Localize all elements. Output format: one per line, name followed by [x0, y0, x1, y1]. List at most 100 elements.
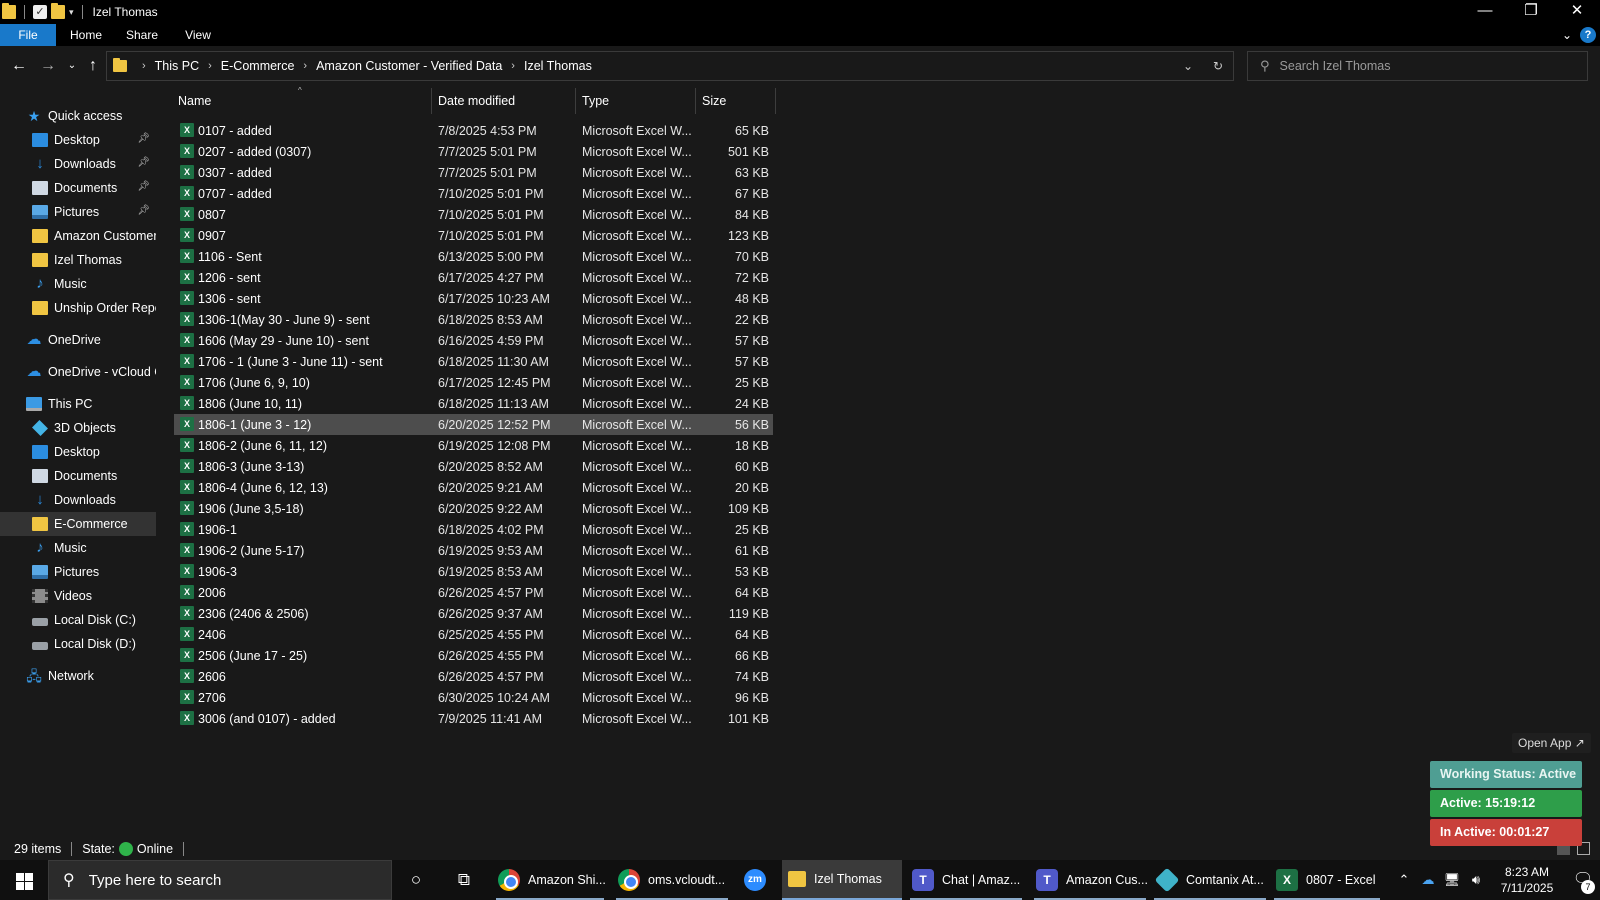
taskbar-app-excel[interactable]: X 0807 - Excel	[1270, 860, 1384, 900]
file-row[interactable]: X 1706 (June 6, 9, 10) 6/17/2025 12:45 PM M…	[174, 372, 773, 393]
sidebar-item-documents[interactable]: Documents	[0, 464, 156, 488]
file-row[interactable]: X 2306 (2406 & 2506) 6/26/2025 9:37 AM Micr…	[174, 603, 773, 624]
file-row[interactable]: X 1206 - sent 6/17/2025 4:27 PM Microsoft E…	[174, 267, 773, 288]
sidebar-item-e-commerce[interactable]: E-Commerce	[0, 512, 156, 536]
pin-icon[interactable]: 📌︎	[137, 133, 150, 144]
chevron-down-icon[interactable]: ⌄	[1173, 52, 1203, 80]
help-icon[interactable]: ?	[1580, 27, 1596, 43]
breadcrumb-this-pc[interactable]: This PC	[155, 59, 199, 73]
taskbar-app-amazon-shi[interactable]: Amazon Shi...	[492, 860, 608, 900]
tab-file[interactable]: File	[0, 24, 56, 46]
file-row[interactable]: X 0707 - added 7/10/2025 5:01 PM Microsoft …	[174, 183, 773, 204]
sidebar-item-this-pc[interactable]: This PC	[0, 392, 156, 416]
minimize-button[interactable]: —	[1462, 0, 1508, 24]
taskbar-app-amazon-cus[interactable]: T Amazon Cus...	[1030, 860, 1150, 900]
file-row[interactable]: X 1806-2 (June 6, 11, 12) 6/19/2025 12:08 …	[174, 435, 773, 456]
tab-view[interactable]: View	[170, 24, 226, 46]
file-row[interactable]: X 1806-4 (June 6, 12, 13) 6/20/2025 9:21 A…	[174, 477, 773, 498]
tab-share[interactable]: Share	[114, 24, 170, 46]
column-header-name[interactable]: Name ^	[174, 86, 432, 114]
file-row[interactable]: X 1606 (May 29 - June 10) - sent 6/16/2025…	[174, 330, 773, 351]
sidebar-item-izel-thomas[interactable]: Izel Thomas	[0, 248, 156, 272]
chevron-right-icon[interactable]: ›	[142, 60, 146, 72]
sidebar-item-pictures[interactable]: Pictures 📌︎	[0, 200, 156, 224]
sidebar-item-local-disk-d[interactable]: Local Disk (D:)	[0, 632, 156, 656]
file-row[interactable]: X 1906 (June 3,5-18) 6/20/2025 9:22 AM Micr…	[174, 498, 773, 519]
clock[interactable]: 8:23 AM 7/11/2025	[1488, 864, 1566, 896]
sidebar-item-network[interactable]: 🖧 Network	[0, 664, 156, 688]
pin-icon[interactable]: 📌︎	[137, 205, 150, 216]
pin-icon[interactable]: 📌︎	[137, 181, 150, 192]
sidebar-item-desktop[interactable]: Desktop	[0, 440, 156, 464]
file-row[interactable]: X 0107 - added 7/8/2025 4:53 PM Microsoft E…	[174, 120, 773, 141]
taskbar-app-chat-amaz[interactable]: T Chat | Amaz...	[906, 860, 1026, 900]
file-row[interactable]: X 2006 6/26/2025 4:57 PM Microsoft Excel W.…	[174, 582, 773, 603]
column-header-size[interactable]: Size	[696, 88, 776, 114]
search-input[interactable]	[1279, 59, 1560, 73]
up-icon[interactable]: ↑	[83, 56, 103, 76]
start-button[interactable]	[0, 860, 48, 900]
breadcrumb-amazon-customer[interactable]: Amazon Customer - Verified Data	[316, 59, 502, 73]
breadcrumb-e-commerce[interactable]: E-Commerce	[221, 59, 295, 73]
file-row[interactable]: X 2606 6/26/2025 4:57 PM Microsoft Excel W.…	[174, 666, 773, 687]
file-row[interactable]: X 1306 - sent 6/17/2025 10:23 AM Microsoft …	[174, 288, 773, 309]
search-box[interactable]: ⚲	[1247, 51, 1588, 81]
recent-locations-icon[interactable]: ⌄	[62, 56, 82, 76]
file-row[interactable]: X 1306-1(May 30 - June 9) - sent 6/18/2025…	[174, 309, 773, 330]
column-header-date[interactable]: Date modified	[432, 88, 576, 114]
column-header-type[interactable]: Type	[576, 88, 696, 114]
forward-icon[interactable]: →	[38, 56, 58, 76]
notification-icon[interactable]: 🗨︎ 7	[1566, 860, 1600, 900]
refresh-icon[interactable]: ↻	[1203, 52, 1233, 80]
file-row[interactable]: X 0307 - added 7/7/2025 5:01 PM Microsoft E…	[174, 162, 773, 183]
chevron-up-icon[interactable]: ⌃	[1392, 872, 1416, 888]
sidebar-item-local-disk-c[interactable]: Local Disk (C:)	[0, 608, 156, 632]
sidebar-item-music[interactable]: ♪ Music	[0, 536, 156, 560]
sidebar-item-unship-order[interactable]: Unship Order Repor	[0, 296, 156, 320]
file-row[interactable]: X 1706 - 1 (June 3 - June 11) - sent 6/18/…	[174, 351, 773, 372]
sidebar-item-3d-objects[interactable]: 3D Objects	[0, 416, 156, 440]
sidebar-item-amazon-customer[interactable]: Amazon Customer	[0, 224, 156, 248]
sidebar-item-downloads[interactable]: ↓ Downloads 📌︎	[0, 152, 156, 176]
onedrive-icon[interactable]: ☁	[1416, 872, 1440, 888]
file-row[interactable]: X 3006 (and 0107) - added 7/9/2025 11:41 A…	[174, 708, 773, 729]
taskbar-app-izel-thomas[interactable]: Izel Thomas	[782, 860, 902, 900]
new-folder-icon[interactable]	[51, 3, 65, 19]
restore-button[interactable]: ❐	[1508, 0, 1554, 24]
file-row[interactable]: X 2706 6/30/2025 10:24 AM Microsoft Excel W…	[174, 687, 773, 708]
volume-icon[interactable]: 🔊︎	[1464, 872, 1488, 888]
file-row[interactable]: X 0207 - added (0307) 7/7/2025 5:01 PM Micr…	[174, 141, 773, 162]
open-app-button[interactable]: Open App ↗	[1512, 733, 1591, 753]
address-bar[interactable]: › This PC › E-Commerce › Amazon Customer…	[106, 51, 1234, 81]
file-row[interactable]: X 1806-1 (June 3 - 12) 6/20/2025 12:52 PM M…	[174, 414, 773, 435]
breadcrumb-izel-thomas[interactable]: Izel Thomas	[524, 59, 592, 73]
file-row[interactable]: X 2506 (June 17 - 25) 6/26/2025 4:55 PM Mic…	[174, 645, 773, 666]
chevron-right-icon[interactable]: ›	[511, 60, 515, 72]
file-row[interactable]: X 2406 6/25/2025 4:55 PM Microsoft Excel W.…	[174, 624, 773, 645]
chevron-right-icon[interactable]: ›	[303, 60, 307, 72]
sidebar-item-documents[interactable]: Documents 📌︎	[0, 176, 156, 200]
sidebar-item-onedrive-vcloud[interactable]: ☁ OneDrive - vCloud Cl	[0, 360, 157, 384]
file-row[interactable]: X 1906-2 (June 5-17) 6/19/2025 9:53 AM Micr…	[174, 540, 773, 561]
taskbar-app-comtanix[interactable]: Comtanix At...	[1150, 860, 1270, 900]
customize-toolbar-icon[interactable]: ▾	[69, 7, 74, 18]
network-icon[interactable]: 🖥︎	[1440, 872, 1464, 888]
sidebar-item-pictures[interactable]: Pictures	[0, 560, 156, 584]
taskbar-search[interactable]: ⚲ Type here to search	[48, 860, 392, 900]
sidebar-item-quick-access[interactable]: ★ Quick access	[0, 104, 156, 128]
file-row[interactable]: X 1106 - Sent 6/13/2025 5:00 PM Microsoft E…	[174, 246, 773, 267]
sidebar-item-onedrive[interactable]: ☁ OneDrive	[0, 328, 156, 352]
chevron-right-icon[interactable]: ›	[208, 60, 212, 72]
file-row[interactable]: X 0807 7/10/2025 5:01 PM Microsoft Excel W.…	[174, 204, 773, 225]
back-icon[interactable]: ←	[9, 56, 29, 76]
sidebar-item-downloads[interactable]: ↓ Downloads	[0, 488, 156, 512]
file-row[interactable]: X 1906-1 6/18/2025 4:02 PM Microsoft Excel …	[174, 519, 773, 540]
file-row[interactable]: X 1806 (June 10, 11) 6/18/2025 11:13 AM Mic…	[174, 393, 773, 414]
file-row[interactable]: X 1906-3 6/19/2025 8:53 AM Microsoft Excel …	[174, 561, 773, 582]
sidebar-item-desktop[interactable]: Desktop 📌︎	[0, 128, 156, 152]
expand-ribbon-icon[interactable]: ⌄	[1562, 28, 1572, 42]
sidebar-item-videos[interactable]: Videos	[0, 584, 156, 608]
file-row[interactable]: X 1806-3 (June 3-13) 6/20/2025 8:52 AM Micr…	[174, 456, 773, 477]
taskbar-app-zoom[interactable]: zm	[738, 860, 778, 900]
properties-icon[interactable]: ✓	[33, 5, 47, 19]
